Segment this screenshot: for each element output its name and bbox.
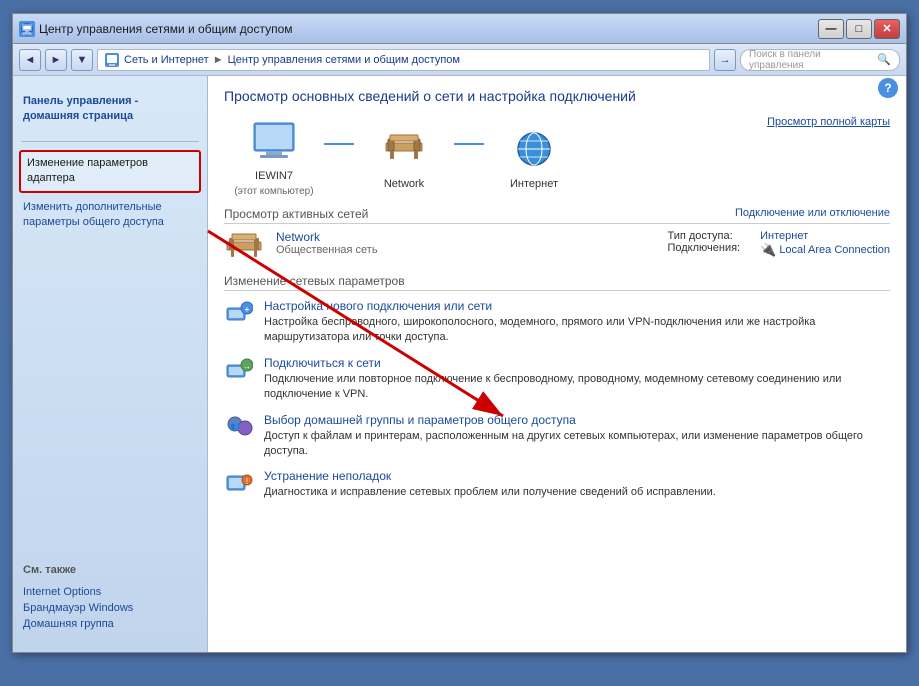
- network-type: Общественная сеть: [276, 244, 655, 256]
- map-label-computer: IEWIN7: [255, 170, 293, 182]
- action-link-homegroup[interactable]: Выбор домашней группы и параметров общег…: [264, 413, 890, 427]
- action-link-troubleshoot[interactable]: Устранение неполадок: [264, 469, 890, 483]
- map-item-internet: Интернет: [484, 124, 584, 190]
- sidebar-link-firewall[interactable]: Брандмауэр Windows: [13, 600, 207, 616]
- breadcrumb[interactable]: Сеть и Интернет ► Центр управления сетям…: [97, 49, 710, 71]
- titlebar-left: 🖥 Центр управления сетями и общим доступ…: [19, 21, 293, 37]
- breadcrumb-sep1: ►: [213, 54, 224, 66]
- window-title: Центр управления сетями и общим доступом: [39, 22, 293, 36]
- page-title: Просмотр основных сведений о сети и наст…: [224, 88, 890, 104]
- action-content-homegroup: Выбор домашней группы и параметров общег…: [264, 413, 890, 460]
- network-entry: Network Общественная сеть Тип доступа: П…: [224, 230, 890, 262]
- search-icon: 🔍: [877, 53, 891, 66]
- connections-label: Подключения:: [667, 242, 740, 254]
- sidebar-home-link[interactable]: Панель управления - домашняя страница: [13, 86, 207, 133]
- sidebar: Панель управления - домашняя страница Из…: [13, 76, 208, 652]
- action-item-setup: + Настройка нового подключения или сети …: [224, 299, 890, 346]
- back-button[interactable]: ◄: [19, 49, 41, 71]
- access-type-label: Тип доступа:: [667, 230, 740, 242]
- sidebar-item-adapter-label: Изменение параметров адаптера: [27, 157, 148, 184]
- action-desc-connect: Подключение или повторное подключение к …: [264, 372, 890, 403]
- svg-text:👥: 👥: [231, 423, 240, 430]
- forward-button[interactable]: ►: [45, 49, 67, 71]
- svg-text:🖥: 🖥: [21, 24, 34, 36]
- bench-icon: [379, 124, 429, 174]
- window-controls: — □ ✕: [818, 19, 900, 39]
- computer-icon: [249, 116, 299, 166]
- sidebar-item-adapter[interactable]: Изменение параметров адаптера: [19, 150, 201, 193]
- globe-icon: [509, 124, 559, 174]
- addressbar: ◄ ► ▼ Сеть и Интернет ► Центр управления…: [13, 44, 906, 76]
- map-sublabel-computer: (этот компьютер): [234, 186, 313, 197]
- sidebar-item-sharing[interactable]: Изменить дополнительные параметры общего…: [13, 195, 207, 236]
- network-name[interactable]: Network: [276, 230, 655, 244]
- connection-value-row: 🔌 Local Area Connection: [760, 242, 890, 258]
- connections-value[interactable]: Local Area Connection: [779, 244, 890, 256]
- action-content-troubleshoot: Устранение неполадок Диагностика и испра…: [264, 469, 890, 500]
- active-networks-label: Просмотр активных сетей: [224, 207, 368, 221]
- map-label-network: Network: [384, 178, 424, 190]
- maximize-button[interactable]: □: [846, 19, 872, 39]
- map-item-computer: IEWIN7 (этот компьютер): [224, 116, 324, 197]
- sidebar-link-homegroup[interactable]: Домашняя группа: [13, 616, 207, 632]
- sidebar-item-sharing-label: Изменить дополнительные параметры общего…: [23, 201, 164, 228]
- action-content-connect: Подключиться к сети Подключение или повт…: [264, 356, 890, 403]
- close-button[interactable]: ✕: [874, 19, 900, 39]
- breadcrumb-part2[interactable]: Центр управления сетями и общим доступом: [228, 54, 460, 66]
- window-icon: 🖥: [19, 21, 35, 37]
- sidebar-also-label: См. также: [13, 556, 207, 584]
- connect-disconnect-link[interactable]: Подключение или отключение: [735, 207, 890, 221]
- minimize-button[interactable]: —: [818, 19, 844, 39]
- network-info: Network Общественная сеть: [276, 230, 655, 256]
- active-networks-header: Просмотр активных сетей Подключение или …: [224, 207, 890, 224]
- action-desc-homegroup: Доступ к файлам и принтерам, расположенн…: [264, 429, 890, 460]
- action-desc-troubleshoot: Диагностика и исправление сетевых пробле…: [264, 485, 890, 500]
- action-desc-setup: Настройка беспроводного, широкополосного…: [264, 315, 890, 346]
- map-full-link[interactable]: Просмотр полной карты: [584, 116, 890, 128]
- network-details: Тип доступа: Подключения: Интернет 🔌 Loc…: [667, 230, 890, 258]
- sidebar-link-internet-options[interactable]: Internet Options: [13, 584, 207, 600]
- search-bar[interactable]: Поиск в панели управления 🔍: [740, 49, 900, 71]
- action-link-setup[interactable]: Настройка нового подключения или сети: [264, 299, 890, 313]
- access-type-value: Интернет: [760, 230, 890, 242]
- search-placeholder: Поиск в панели управления: [749, 49, 873, 71]
- troubleshoot-icon: !: [224, 469, 254, 497]
- breadcrumb-part1[interactable]: Сеть и Интернет: [124, 54, 209, 66]
- content-area: Просмотр основных сведений о сети и наст…: [208, 76, 906, 652]
- help-icon[interactable]: ?: [878, 78, 898, 98]
- map-label-internet: Интернет: [510, 178, 558, 190]
- action-item-connect: → Подключиться к сети Подключение или по…: [224, 356, 890, 403]
- action-item-troubleshoot: ! Устранение неполадок Диагностика и исп…: [224, 469, 890, 500]
- change-section-label: Изменение сетевых параметров: [224, 274, 890, 291]
- svg-text:!: !: [246, 477, 248, 486]
- network-entry-icon: [224, 230, 264, 262]
- svg-text:→: →: [243, 362, 251, 371]
- connect-icon: →: [224, 356, 254, 384]
- dropdown-button[interactable]: ▼: [71, 49, 93, 71]
- action-content-setup: Настройка нового подключения или сети На…: [264, 299, 890, 346]
- homegroup-icon: 👥: [224, 413, 254, 441]
- action-item-homegroup: 👥 Выбор домашней группы и параметров общ…: [224, 413, 890, 460]
- refresh-button[interactable]: →: [714, 49, 736, 71]
- action-link-connect[interactable]: Подключиться к сети: [264, 356, 890, 370]
- setup-icon: +: [224, 299, 254, 327]
- svg-text:+: +: [245, 305, 250, 314]
- map-item-network: Network: [354, 124, 454, 190]
